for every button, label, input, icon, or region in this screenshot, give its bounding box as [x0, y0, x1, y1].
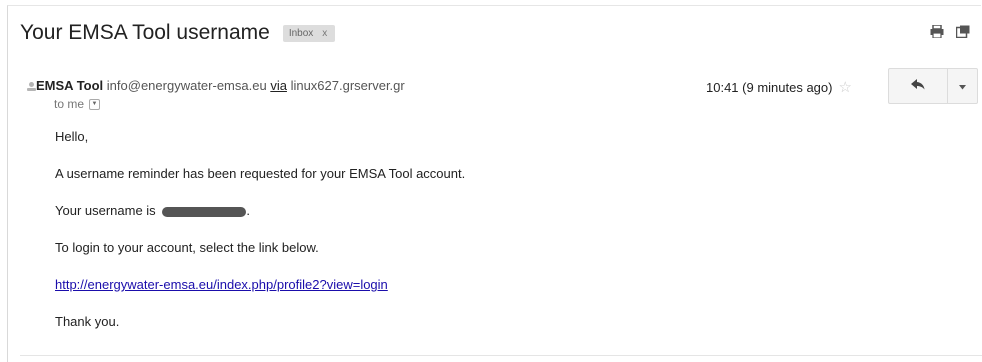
new-window-icon[interactable]	[955, 25, 970, 43]
sender-name[interactable]: EMSA Tool	[36, 78, 103, 93]
reply-button-group	[888, 68, 978, 104]
via-server: linux627.grserver.gr	[290, 78, 405, 93]
username-prefix: Your username is	[55, 203, 156, 218]
reply-icon	[911, 77, 925, 95]
bottom-divider	[20, 355, 982, 356]
body-line-username: Your username is .	[55, 203, 250, 218]
recipient-line: to me ▼	[54, 97, 101, 111]
body-line-reminder: A username reminder has been requested f…	[55, 166, 466, 181]
body-line-login: To login to your account, select the lin…	[55, 240, 319, 255]
print-icon[interactable]	[930, 24, 944, 43]
star-icon[interactable]: ☆	[838, 78, 851, 96]
message-time: 10:41 (9 minutes ago)	[706, 79, 833, 95]
more-actions-button[interactable]	[948, 68, 978, 104]
time-area: 10:41 (9 minutes ago) ☆	[706, 78, 852, 96]
body-link-line: http://energywater-emsa.eu/index.php/pro…	[55, 277, 388, 292]
sender-line: EMSA Tool info@energywater-emsa.eu via l…	[36, 78, 405, 93]
email-subject: Your EMSA Tool username	[20, 21, 270, 44]
thread-actions	[930, 24, 970, 43]
reply-button[interactable]	[888, 68, 948, 104]
username-suffix: .	[246, 203, 250, 218]
subject-row: Your EMSA Tool username Inbox x	[20, 20, 336, 46]
remove-label-button[interactable]: x	[322, 28, 327, 39]
chevron-down-icon	[959, 77, 966, 95]
login-link[interactable]: http://energywater-emsa.eu/index.php/pro…	[55, 277, 388, 292]
inbox-label-chip[interactable]: Inbox x	[282, 24, 336, 42]
body-greeting: Hello,	[55, 129, 89, 144]
to-me-text: to me	[54, 97, 85, 111]
message-container	[7, 5, 981, 362]
dropdown-arrow-icon[interactable]: ▼	[89, 98, 101, 110]
sender-email: info@energywater-emsa.eu	[106, 78, 267, 93]
body-closing: Thank you.	[55, 314, 120, 329]
redacted-username	[162, 206, 247, 217]
label-text: Inbox	[288, 27, 314, 39]
via-link[interactable]: via	[270, 78, 287, 93]
